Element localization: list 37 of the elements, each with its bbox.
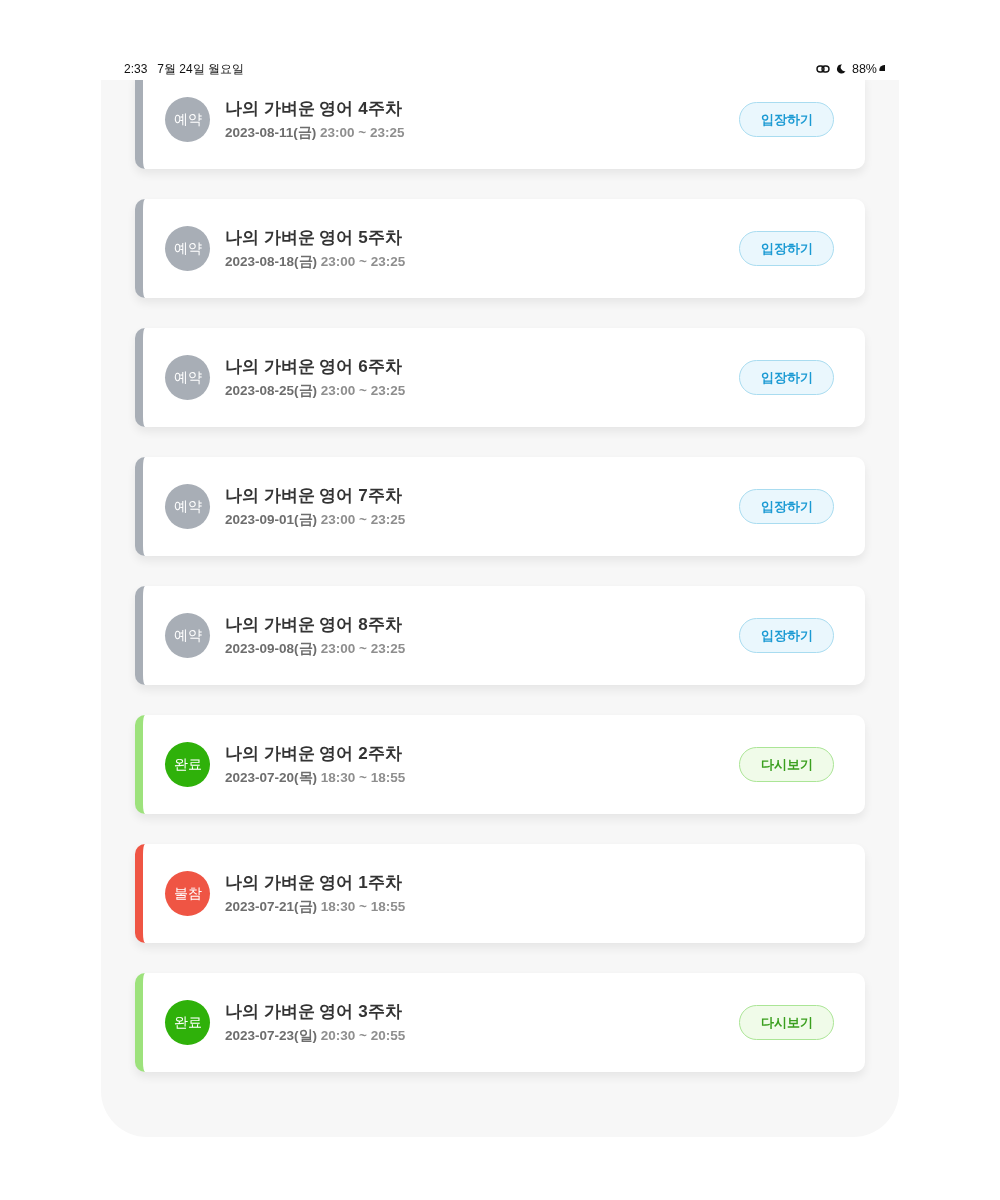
session-title: 나의 가벼운 영어 8주차 [225,614,403,636]
clock-time: 2:33 [124,62,148,76]
session-title: 나의 가벼운 영어 6주차 [225,356,403,378]
battery-percent: 88% [851,62,877,76]
replay-button[interactable]: 다시보기 [739,1005,834,1040]
session-schedule: 2023-08-11(금) 23:00 ~ 23:25 [225,124,406,142]
enter-button[interactable]: 입장하기 [739,231,834,266]
moon-icon [835,64,846,74]
session-schedule: 2023-08-25(금) 23:00 ~ 23:25 [225,382,407,400]
link-icon [815,64,830,74]
session-schedule: 2023-09-01(금) 23:00 ~ 23:25 [225,511,407,529]
session-title: 나의 가벼운 영어 1주차 [225,872,403,894]
status-badge: 완료 [165,1000,210,1045]
session-title: 나의 가벼운 영어 5주차 [225,227,403,249]
session-title: 나의 가벼운 영어 3주차 [225,1001,403,1023]
enter-button[interactable]: 입장하기 [739,618,834,653]
enter-button[interactable]: 입장하기 [739,360,834,395]
session-title: 나의 가벼운 영어 7주차 [225,485,403,507]
status-badge: 예약 [165,484,210,529]
session-schedule: 2023-07-20(목) 18:30 ~ 18:55 [225,769,407,787]
status-badge: 예약 [165,355,210,400]
battery-icon [879,64,885,74]
session-title: 나의 가벼운 영어 2주차 [225,743,403,765]
status-badge: 예약 [165,97,210,142]
status-badge: 예약 [165,226,210,271]
status-badge: 불참 [165,871,210,916]
session-title: 나의 가벼운 영어 4주차 [225,98,403,120]
session-schedule: 2023-09-08(금) 23:00 ~ 23:25 [225,640,407,658]
session-schedule: 2023-07-21(금) 18:30 ~ 18:55 [225,898,407,916]
enter-button[interactable]: 입장하기 [739,102,834,137]
session-schedule: 2023-08-18(금) 23:00 ~ 23:25 [225,253,407,271]
status-date: 7월 24일 월요일 [157,60,245,78]
status-badge: 예약 [165,613,210,658]
enter-button[interactable]: 입장하기 [739,489,834,524]
replay-button[interactable]: 다시보기 [739,747,834,782]
status-badge: 완료 [165,742,210,787]
session-schedule: 2023-07-23(일) 20:30 ~ 20:55 [225,1027,407,1045]
